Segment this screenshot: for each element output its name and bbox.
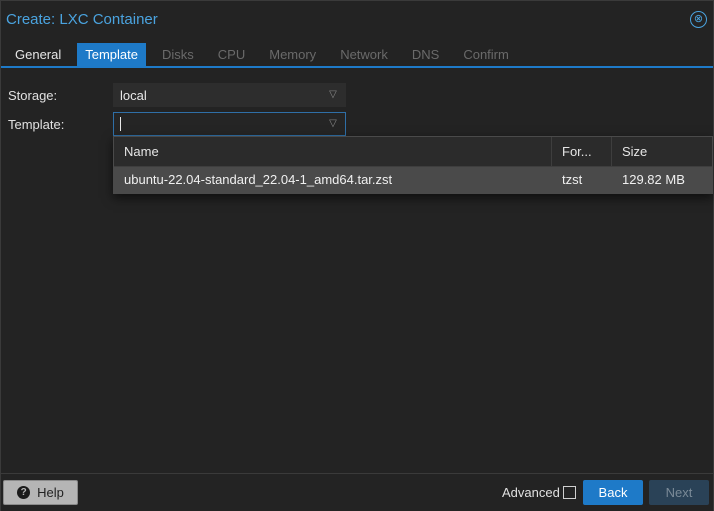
tab-confirm: Confirm bbox=[463, 47, 509, 62]
grid-header: Name For... Size bbox=[114, 137, 712, 167]
close-icon[interactable]: ⊗ bbox=[690, 10, 707, 28]
storage-label: Storage: bbox=[8, 88, 58, 103]
help-label: Help bbox=[37, 485, 64, 500]
column-header-name[interactable]: Name bbox=[114, 137, 552, 167]
chevron-down-icon[interactable]: ▽ bbox=[327, 117, 339, 129]
tab-memory: Memory bbox=[269, 47, 317, 62]
column-header-size[interactable]: Size bbox=[612, 137, 712, 167]
text-caret bbox=[120, 117, 121, 131]
next-button[interactable]: Next bbox=[649, 480, 709, 505]
dialog-footer: ? Help Advanced Back Next bbox=[1, 473, 713, 511]
question-icon: ? bbox=[17, 486, 31, 499]
tab-network: Network bbox=[340, 47, 388, 62]
template-select[interactable]: ▽ bbox=[113, 112, 346, 136]
wizard-tabs: General Template Disks CPU Memory Networ… bbox=[7, 43, 525, 67]
storage-value: local bbox=[120, 87, 147, 103]
dialog-titlebar: Create: LXC Container ⊗ bbox=[1, 1, 713, 37]
tab-underline bbox=[1, 66, 713, 68]
create-lxc-dialog: Create: LXC Container ⊗ General Template… bbox=[0, 0, 714, 511]
tab-general[interactable]: General bbox=[7, 43, 69, 66]
row-size-cell: 129.82 MB bbox=[622, 172, 685, 187]
advanced-checkbox[interactable] bbox=[563, 486, 576, 499]
chevron-down-icon[interactable]: ▽ bbox=[327, 88, 339, 100]
template-dropdown-grid: Name For... Size ubuntu-22.04-standard_2… bbox=[113, 136, 713, 194]
row-name-cell: ubuntu-22.04-standard_22.04-1_amd64.tar.… bbox=[124, 172, 393, 187]
storage-select[interactable]: local ▽ bbox=[113, 83, 346, 107]
tab-template[interactable]: Template bbox=[77, 43, 146, 66]
tab-cpu: CPU bbox=[217, 47, 246, 62]
tab-disks: Disks bbox=[162, 47, 194, 62]
back-button[interactable]: Back bbox=[583, 480, 643, 505]
row-format-cell: tzst bbox=[562, 172, 583, 187]
dialog-title: Create: LXC Container bbox=[6, 10, 158, 28]
template-label: Template: bbox=[8, 117, 65, 132]
help-button[interactable]: ? Help bbox=[3, 480, 78, 505]
column-header-format[interactable]: For... bbox=[552, 137, 612, 167]
table-row[interactable]: ubuntu-22.04-standard_22.04-1_amd64.tar.… bbox=[114, 167, 712, 193]
tab-dns: DNS bbox=[411, 47, 440, 62]
advanced-label: Advanced bbox=[502, 485, 560, 500]
